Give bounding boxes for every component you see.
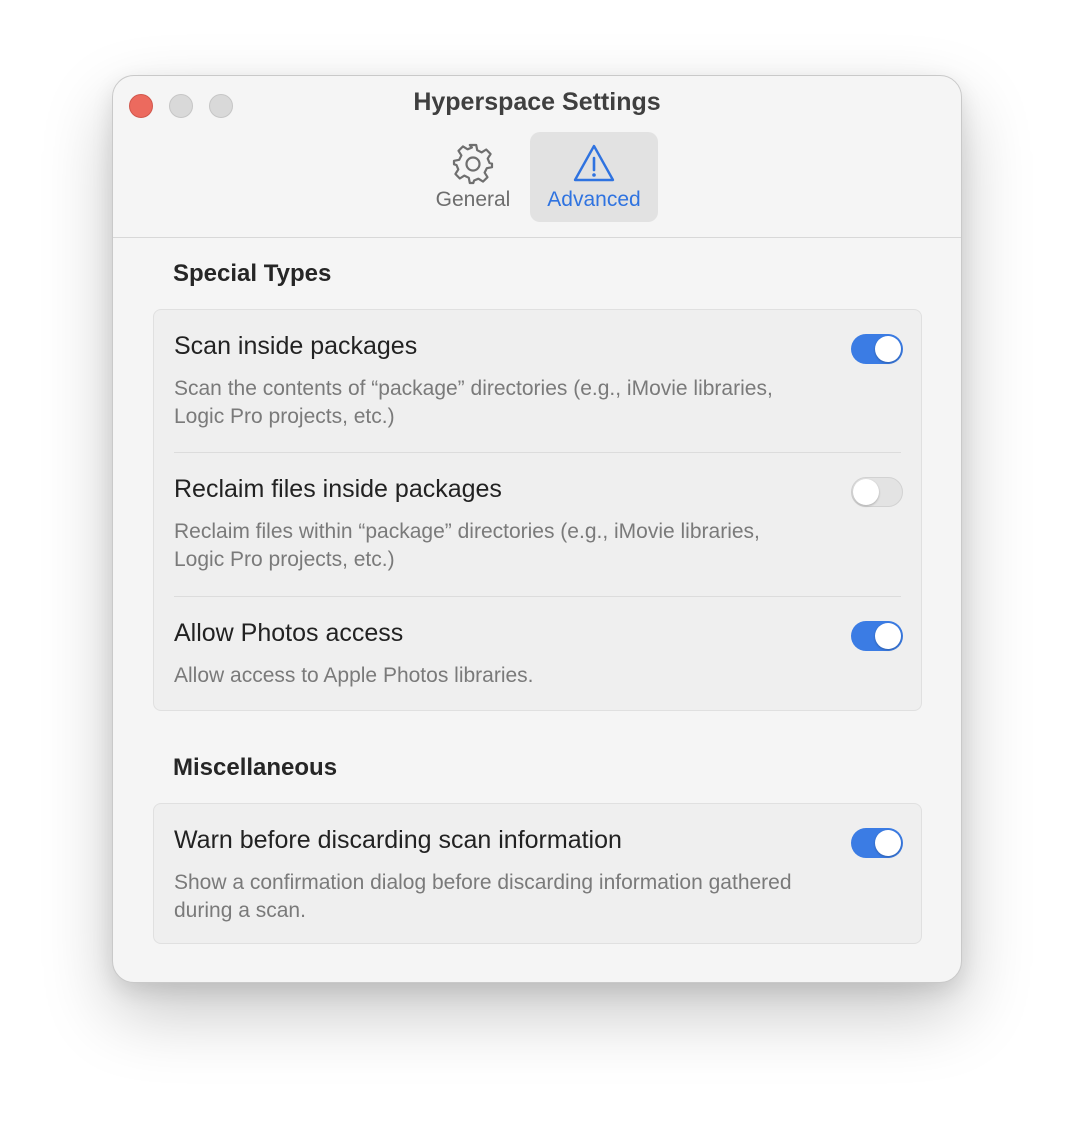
special-types-group: Scan inside packages Scan the contents o… [153, 309, 922, 711]
gear-icon [452, 143, 494, 185]
window-title: Hyperspace Settings [413, 88, 661, 116]
setting-row-warn-before-discarding: Warn before discarding scan information … [154, 804, 921, 945]
tab-advanced[interactable]: Advanced [530, 132, 658, 222]
setting-description: Show a confirmation dialog before discar… [174, 871, 792, 922]
reclaim-files-toggle[interactable] [851, 477, 903, 507]
toggle-knob [853, 479, 879, 505]
tab-advanced-label: Advanced [547, 188, 641, 211]
tab-general[interactable]: General [418, 132, 528, 222]
setting-title: Warn before discarding scan information [174, 826, 622, 854]
setting-title: Scan inside packages [174, 332, 418, 360]
warning-triangle-icon [573, 144, 615, 182]
setting-title: Allow Photos access [174, 619, 404, 647]
miscellaneous-group: Warn before discarding scan information … [153, 803, 922, 944]
warn-before-discarding-toggle[interactable] [851, 828, 903, 858]
setting-row-scan-inside-packages: Scan inside packages Scan the contents o… [154, 310, 921, 452]
scan-inside-packages-toggle[interactable] [851, 334, 903, 364]
settings-window: Hyperspace Settings General Advanced Spe… [112, 75, 962, 983]
toolbar: Hyperspace Settings General Advanced [113, 76, 961, 238]
setting-description: Reclaim files within “package” directori… [174, 520, 760, 571]
setting-row-allow-photos: Allow Photos access Allow access to Appl… [154, 597, 921, 711]
setting-row-reclaim-files: Reclaim files inside packages Reclaim fi… [154, 453, 921, 596]
setting-description: Scan the contents of “package” directori… [174, 377, 773, 428]
setting-title: Reclaim files inside packages [174, 475, 502, 503]
special-types-heading: Special Types [173, 260, 332, 287]
miscellaneous-heading: Miscellaneous [173, 754, 338, 781]
tab-general-label: General [435, 188, 511, 211]
setting-description: Allow access to Apple Photos libraries. [174, 664, 534, 687]
toggle-knob [875, 830, 901, 856]
toggle-knob [875, 623, 901, 649]
allow-photos-access-toggle[interactable] [851, 621, 903, 651]
toggle-knob [875, 336, 901, 362]
